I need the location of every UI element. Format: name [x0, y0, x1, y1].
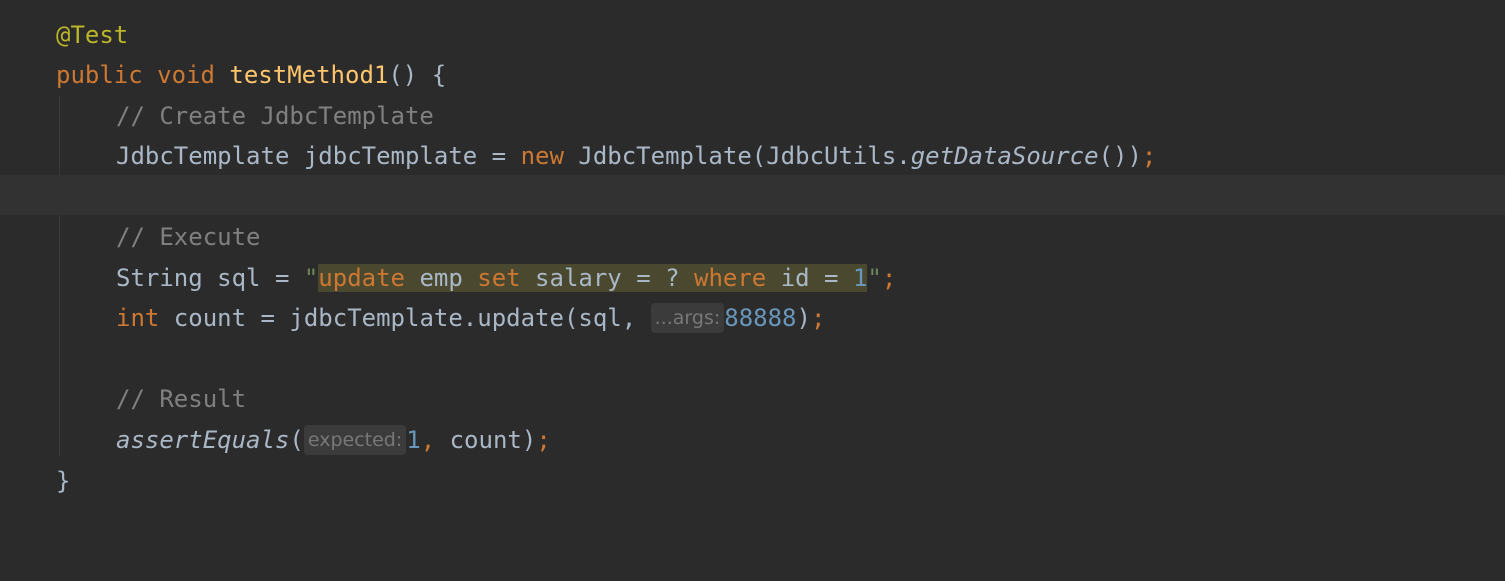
quote-open: " [303, 264, 319, 292]
comment-execute: // Execute [116, 223, 261, 251]
code-line-template[interactable]: JdbcTemplate jdbcTemplate = new JdbcTemp… [0, 136, 1505, 176]
code-line-method-signature[interactable]: public void testMethod1() { [0, 55, 1505, 95]
update-close: ) [796, 304, 811, 332]
comment-create: // Create JdbcTemplate [116, 102, 434, 130]
type-jdbctemplate: JdbcTemplate [116, 142, 290, 170]
code-line-current-empty[interactable] [0, 175, 1505, 215]
semicolon: ; [1141, 142, 1157, 170]
template-statement: JdbcTemplate jdbcTemplate = new JdbcTemp… [116, 136, 1156, 176]
update-value: 88888 [724, 304, 797, 332]
sql-keyword-set: set [477, 264, 521, 292]
assert-expected-value: 1 [406, 426, 421, 454]
sql-id: id = [766, 264, 853, 292]
semicolon: ; [536, 426, 551, 454]
parameter-hint-expected: expected: [303, 425, 407, 455]
sql-statement: String sql = "update emp set salary = ? … [116, 258, 896, 298]
method-signature: public void testMethod1() { [56, 55, 446, 95]
keyword-public: public [56, 61, 143, 89]
template-ctor: JdbcTemplate(JdbcUtils. [563, 142, 911, 170]
static-method-getdatasource: getDataSource [910, 142, 1099, 170]
update-statement: int count = jdbcTemplate.update(sql, ...… [116, 298, 825, 338]
sql-injected-fragment: update emp set salary = ? where id = 1 [318, 264, 868, 292]
assert-open: ( [289, 426, 304, 454]
parameter-hint-args: ...args: [650, 303, 725, 333]
keyword-void: void [157, 61, 215, 89]
code-line-comment-result[interactable]: // Result [0, 379, 1505, 419]
quote-close: " [867, 264, 882, 292]
assert-rest: count) [435, 426, 537, 454]
method-assertequals: assertEquals [116, 426, 290, 454]
code-editor[interactable]: @Test public void testMethod1() { // Cre… [0, 0, 1505, 526]
keyword-int: int [116, 304, 160, 332]
code-line-closing-brace[interactable]: } [0, 461, 1505, 501]
code-line-annotation[interactable]: @Test [0, 15, 1505, 55]
code-line-comment-create[interactable]: // Create JdbcTemplate [0, 96, 1505, 136]
update-call: count = jdbcTemplate.update(sql, [159, 304, 651, 332]
template-var: jdbcTemplate = [289, 142, 521, 170]
semicolon: ; [881, 264, 897, 292]
method-params: () { [388, 61, 447, 89]
assert-statement: assertEquals(expected: 1, count); [116, 420, 551, 460]
keyword-new: new [520, 142, 564, 170]
comma: , [420, 426, 436, 454]
sql-number: 1 [852, 264, 868, 292]
code-line-sql[interactable]: String sql = "update emp set salary = ? … [0, 258, 1505, 298]
method-name: testMethod1 [229, 61, 389, 89]
code-line-assert[interactable]: assertEquals(expected: 1, count); [0, 420, 1505, 460]
sql-salary: salary = ? [520, 264, 694, 292]
sql-keyword-update: update [318, 264, 405, 292]
code-line-update[interactable]: int count = jdbcTemplate.update(sql, ...… [0, 298, 1505, 338]
sql-prefix: String sql = [116, 264, 304, 292]
annotation-test: @Test [56, 21, 129, 49]
closing-brace: } [56, 467, 71, 495]
semicolon: ; [810, 304, 826, 332]
sql-table: emp [405, 264, 478, 292]
comment-result: // Result [116, 385, 247, 413]
code-line-comment-execute[interactable]: // Execute [0, 217, 1505, 257]
sql-keyword-where: where [694, 264, 767, 292]
template-close: ()) [1098, 142, 1142, 170]
